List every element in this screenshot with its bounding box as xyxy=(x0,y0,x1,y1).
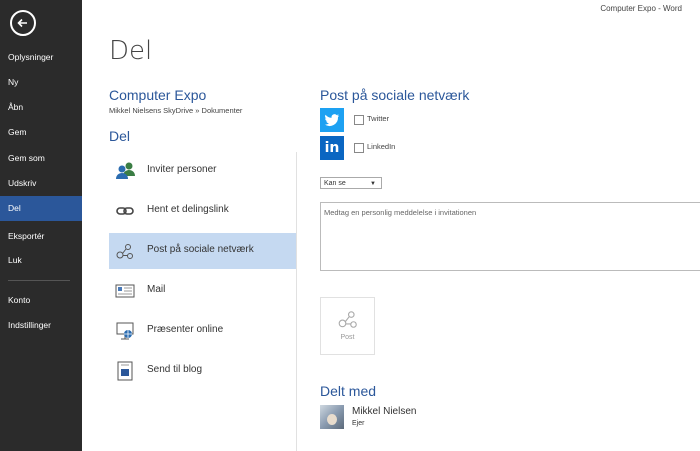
column-divider xyxy=(296,152,297,451)
sidebar-item-luk[interactable]: Luk xyxy=(0,248,82,273)
sidebar-item-gem-som[interactable]: Gem som xyxy=(0,146,82,171)
invite-people-icon xyxy=(115,161,135,181)
post-button-label: Post xyxy=(340,334,355,341)
sidebar-item-gem[interactable]: Gem xyxy=(0,120,82,145)
twitter-logo-icon xyxy=(320,108,344,132)
sidebar-item-eksporter[interactable]: Eksportér xyxy=(0,224,82,249)
permission-value: Kan se xyxy=(324,180,346,187)
sidebar-item-udskriv[interactable]: Udskriv xyxy=(0,171,82,196)
back-arrow-icon[interactable] xyxy=(10,10,36,36)
avatar xyxy=(320,405,344,429)
linkedin-label: LinkedIn xyxy=(367,142,396,151)
share-option-mail[interactable]: Mail xyxy=(109,273,296,309)
sidebar-item-abn[interactable]: Åbn xyxy=(0,95,82,120)
sidebar-item-indstillinger[interactable]: Indstillinger xyxy=(0,313,82,338)
link-icon xyxy=(115,201,135,221)
sidebar-item-konto[interactable]: Konto xyxy=(0,288,82,313)
twitter-checkbox[interactable] xyxy=(354,115,364,125)
share-option-label: Send til blog xyxy=(147,364,203,375)
sidebar-divider xyxy=(8,280,70,281)
shared-user-name: Mikkel Nielsen xyxy=(352,406,417,417)
post-button[interactable]: Post xyxy=(320,297,375,355)
document-path: Mikkel Nielsens SkyDrive » Dokumenter xyxy=(109,106,243,115)
sidebar-item-ny[interactable]: Ny xyxy=(0,70,82,95)
share-option-label: Post på sociale netværk xyxy=(147,244,254,255)
dropdown-arrow-icon: ▼ xyxy=(370,181,376,187)
avatar-face xyxy=(327,414,337,425)
linkedin-logo-icon: in xyxy=(320,136,344,160)
social-section-title: Post på sociale netværk xyxy=(320,87,470,103)
share-option-label: Mail xyxy=(147,284,166,295)
sidebar-item-del[interactable]: Del xyxy=(0,196,82,221)
blog-icon xyxy=(115,361,135,381)
window-title: Computer Expo - Word xyxy=(600,4,682,13)
sidebar-item-oplysninger[interactable]: Oplysninger xyxy=(0,45,82,70)
twitter-label: Twitter xyxy=(367,114,390,123)
share-option-present-online[interactable]: Præsenter online xyxy=(109,313,296,349)
page-title: Del xyxy=(109,36,153,66)
share-option-get-link[interactable]: Hent et delingslink xyxy=(109,193,296,229)
share-option-label: Præsenter online xyxy=(147,324,224,335)
present-online-icon xyxy=(115,321,135,341)
shared-with-title: Delt med xyxy=(320,383,377,399)
linkedin-checkbox[interactable] xyxy=(354,143,364,153)
shared-user-role: Ejer xyxy=(352,420,365,427)
personal-message-input[interactable]: Medtag en personlig meddelelse i invitat… xyxy=(320,202,700,271)
share-option-invite-people[interactable]: Inviter personer xyxy=(109,153,296,189)
social-network-icon xyxy=(337,308,359,335)
social-network-icon xyxy=(115,241,135,261)
backstage-sidebar: Oplysninger Ny Åbn Gem Gem som Udskriv D… xyxy=(0,0,82,451)
share-option-send-to-blog[interactable]: Send til blog xyxy=(109,353,296,389)
share-option-label: Inviter personer xyxy=(147,164,217,175)
mail-icon xyxy=(115,281,135,301)
share-section-title: Del xyxy=(109,128,131,144)
share-option-label: Hent et delingslink xyxy=(147,204,229,215)
document-title: Computer Expo xyxy=(109,87,207,103)
share-option-social-network[interactable]: Post på sociale netværk xyxy=(109,233,296,269)
permission-dropdown[interactable]: Kan se ▼ xyxy=(320,177,382,189)
